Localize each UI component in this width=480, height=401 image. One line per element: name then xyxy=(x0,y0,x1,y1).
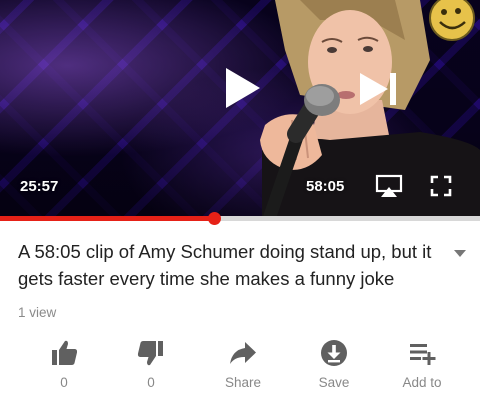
next-icon[interactable] xyxy=(356,70,402,108)
expand-description-icon[interactable] xyxy=(452,248,468,260)
view-count: 1 view xyxy=(18,305,57,320)
thumbs-up-icon xyxy=(52,340,78,365)
current-time: 25:57 xyxy=(20,178,59,195)
duration: 58:05 xyxy=(306,178,345,195)
dislike-button[interactable]: 0 xyxy=(111,338,191,390)
cast-icon[interactable] xyxy=(375,174,403,198)
save-button[interactable]: Save xyxy=(294,338,374,390)
share-icon xyxy=(230,342,256,364)
video-player[interactable]: 25:57 58:05 xyxy=(0,0,480,219)
fullscreen-icon[interactable] xyxy=(430,175,452,197)
save-label: Save xyxy=(318,375,350,390)
progress-scrubber[interactable] xyxy=(208,212,222,225)
add-to-label: Add to xyxy=(402,375,442,390)
smiley-sticker xyxy=(429,0,475,41)
like-count: 0 xyxy=(60,375,68,390)
progress-bar[interactable] xyxy=(0,212,480,225)
play-icon[interactable] xyxy=(222,66,262,110)
save-icon xyxy=(321,340,347,366)
progress-bar-fill xyxy=(0,216,215,221)
share-button[interactable]: Share xyxy=(203,338,283,390)
video-title: A 58:05 clip of Amy Schumer doing stand … xyxy=(18,241,432,289)
thumbs-down-icon xyxy=(137,341,163,366)
add-to-playlist-icon xyxy=(410,344,436,365)
dislike-count: 0 xyxy=(147,375,155,390)
like-button[interactable]: 0 xyxy=(24,338,104,390)
share-label: Share xyxy=(224,375,262,390)
add-to-button[interactable]: Add to xyxy=(382,338,462,390)
